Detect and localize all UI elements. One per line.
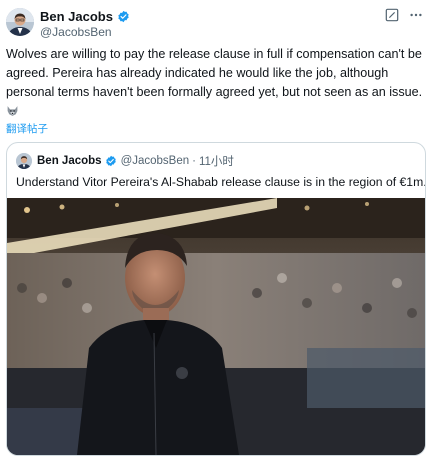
quoted-timestamp: 11小时 (198, 156, 234, 168)
wolf-emoji-icon (7, 106, 18, 116)
quoted-tweet-card[interactable]: Ben Jacobs @JacobsBen · 11小时 Understand … (6, 142, 426, 456)
quoted-tweet-photo[interactable] (7, 198, 425, 455)
quoted-tweet-body: Understand Vitor Pereira's Al-Shabab rel… (16, 175, 426, 189)
verified-badge-icon (118, 10, 129, 22)
author-handle[interactable]: @JacobsBen (40, 25, 423, 39)
tweet-text: Wolves are willing to pay the release cl… (6, 45, 426, 121)
quoted-author-avatar (16, 153, 32, 169)
quoted-author-handle: @JacobsBen (120, 155, 190, 167)
translate-post-link[interactable]: 翻译帖子 (6, 121, 48, 136)
meta-separator: · (192, 155, 196, 167)
quoted-tweet-text: Understand Vitor Pereira's Al-Shabab rel… (16, 175, 426, 189)
post-header: Ben Jacobs @JacobsBen (40, 8, 423, 39)
more-options-icon[interactable] (409, 8, 423, 22)
quoted-tweet-header: Ben Jacobs @JacobsBen · 11小时 (16, 153, 234, 169)
tweet-post: Ben Jacobs @JacobsBen Wolves are willing… (0, 0, 429, 458)
tweet-body: Wolves are willing to pay the release cl… (6, 47, 423, 99)
grok-icon[interactable] (385, 8, 399, 22)
quoted-author-name: Ben Jacobs (37, 155, 102, 167)
author-name[interactable]: Ben Jacobs (40, 9, 113, 24)
author-avatar[interactable] (6, 8, 34, 36)
verified-badge-icon (105, 155, 116, 167)
